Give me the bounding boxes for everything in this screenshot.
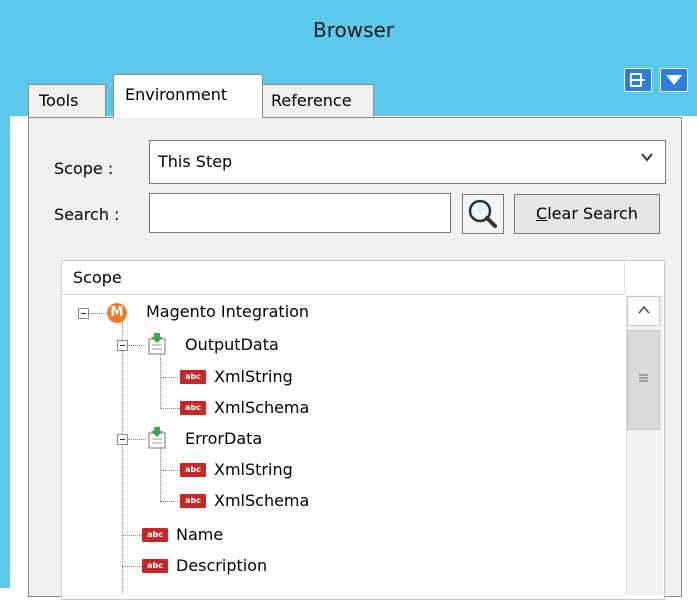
tab-tools[interactable]: Tools — [28, 84, 106, 118]
browser-window: Browser Tools Reference Environment Scop… — [0, 0, 697, 600]
collapse-toggle[interactable] — [117, 340, 128, 351]
string-icon: abc — [180, 494, 206, 508]
data-object-icon — [148, 333, 166, 355]
tree-connector — [128, 345, 146, 346]
clear-label-rest: lear Search — [547, 204, 638, 223]
magnifier-icon — [468, 199, 497, 228]
tree-connector — [122, 319, 123, 594]
dock-button[interactable] — [624, 68, 652, 92]
tree-connector — [160, 445, 161, 501]
scroll-up-button[interactable] — [627, 296, 660, 326]
tree-node-description[interactable]: Description — [176, 556, 267, 575]
search-button[interactable] — [462, 194, 504, 234]
string-icon: abc — [180, 463, 206, 477]
string-icon: abc — [180, 370, 206, 384]
dock-icon — [630, 73, 645, 87]
window-border — [0, 0, 10, 588]
search-label: Search : — [54, 205, 120, 224]
tree-node-errordata[interactable]: ErrorData — [185, 429, 262, 448]
collapse-toggle[interactable] — [78, 308, 89, 319]
tree-connector — [160, 470, 180, 471]
collapse-toggle[interactable] — [117, 434, 128, 445]
tree-connector — [122, 535, 142, 536]
search-input[interactable] — [149, 193, 451, 233]
chevron-up-icon — [637, 305, 650, 314]
scope-label: Scope : — [54, 159, 114, 178]
string-icon: abc — [180, 401, 206, 415]
tree-node-xmlstring[interactable]: XmlString — [214, 460, 293, 479]
scroll-thumb[interactable] — [627, 330, 660, 430]
tree-header-label: Scope — [73, 268, 122, 287]
tree-connector — [160, 408, 180, 409]
header-divider — [624, 261, 625, 294]
data-object-icon — [148, 427, 166, 449]
grip-icon — [639, 374, 648, 382]
tree-node-outputdata[interactable]: OutputData — [185, 335, 279, 354]
scope-select-value: This Step — [158, 152, 233, 171]
tree-node-name[interactable]: Name — [176, 525, 223, 544]
string-icon: abc — [142, 528, 168, 542]
tree-connector — [160, 352, 161, 408]
tab-environment[interactable]: Environment — [113, 74, 263, 118]
tree-node-xmlschema[interactable]: XmlSchema — [214, 398, 309, 417]
panel-menu-button[interactable] — [660, 68, 688, 92]
chevron-down-icon[interactable] — [640, 150, 654, 168]
tree-node-xmlschema[interactable]: XmlSchema — [214, 491, 309, 510]
tree-node-xmlstring[interactable]: XmlString — [214, 367, 293, 386]
window-title: Browser — [312, 18, 395, 42]
tree-node-magento-integration[interactable]: Magento Integration — [146, 302, 309, 321]
clear-accesskey: C — [536, 204, 548, 223]
dropdown-triangle-icon — [666, 75, 682, 85]
tree-connector — [160, 377, 180, 378]
clear-search-button[interactable]: Clear Search — [514, 194, 660, 234]
tree-connector — [160, 501, 180, 502]
magento-icon: M — [107, 303, 127, 323]
tree-connector — [128, 439, 146, 440]
string-icon: abc — [142, 559, 168, 573]
tree-connector — [122, 566, 142, 567]
tree-column-header[interactable] — [62, 261, 624, 295]
tab-reference[interactable]: Reference — [262, 84, 374, 118]
